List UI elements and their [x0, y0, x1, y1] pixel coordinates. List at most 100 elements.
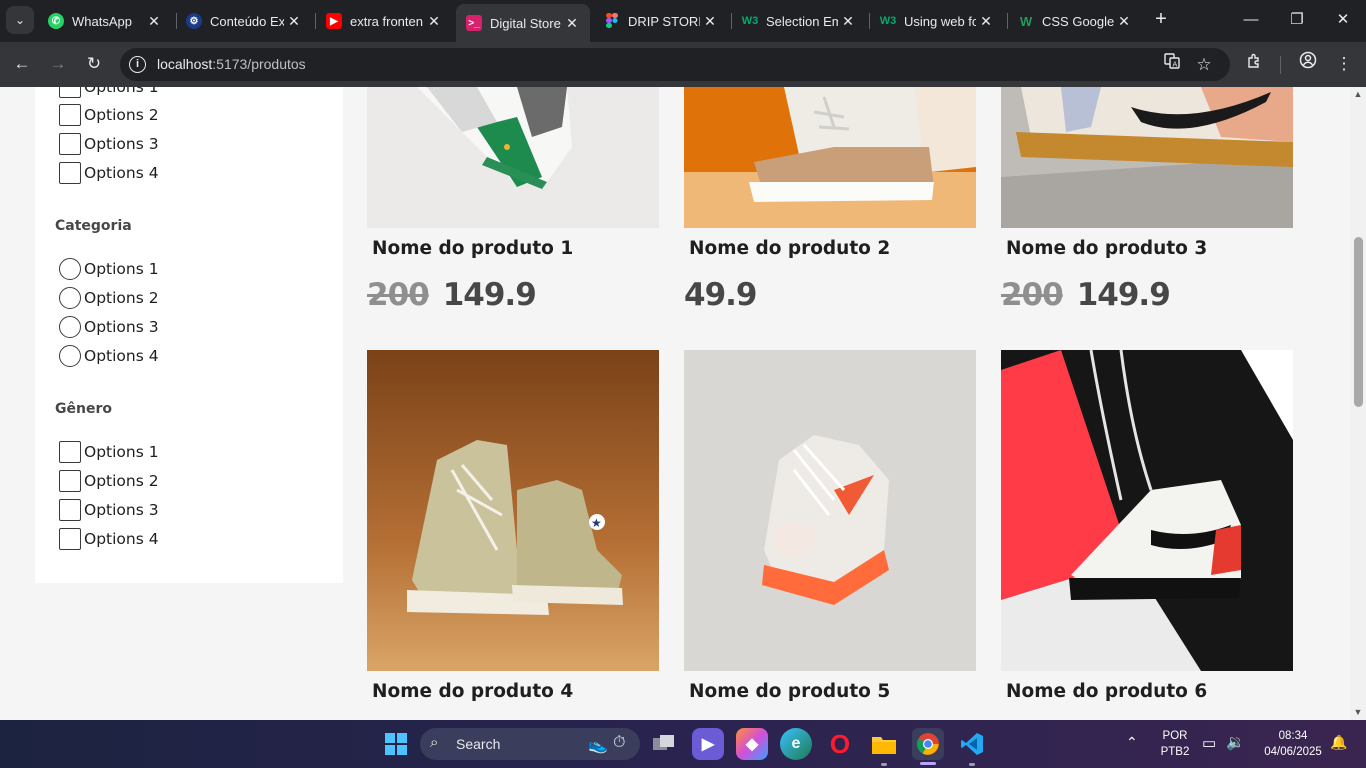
tray-chevron-up-icon[interactable]: ⌃	[1126, 734, 1138, 751]
clock-time[interactable]: 08:34	[1262, 730, 1324, 742]
volume-icon[interactable]: 🔉	[1226, 733, 1245, 751]
close-icon[interactable]: ✕	[424, 13, 444, 30]
close-icon[interactable]: ✕	[284, 13, 304, 30]
extensions-puzzle-icon[interactable]	[1240, 51, 1268, 79]
tab-conteudo[interactable]: ⚙ Conteúdo Ex ✕	[176, 6, 312, 36]
running-indicator	[969, 763, 975, 766]
w3schools-icon: W3	[741, 15, 759, 27]
checkbox[interactable]	[59, 528, 81, 550]
tab-css-google[interactable]: W CSS Google ✕	[1008, 6, 1142, 36]
product-image[interactable]: ★	[367, 350, 659, 671]
product-name[interactable]: Nome do produto 6	[1006, 681, 1207, 702]
checkbox[interactable]	[59, 441, 81, 463]
page-scrollbar[interactable]: ▲ ▼	[1350, 87, 1366, 720]
option-label: Options 3	[84, 135, 159, 153]
product-name[interactable]: Nome do produto 2	[689, 238, 890, 259]
option-label: Options 3	[84, 501, 159, 519]
vscode-icon[interactable]	[956, 728, 988, 760]
translate-icon[interactable]: A	[1160, 53, 1184, 77]
checkbox[interactable]	[59, 133, 81, 155]
category-option[interactable]: Options 2	[59, 286, 159, 310]
page-viewport: Options 1 Options 2 Options 3 Options 4 …	[0, 87, 1350, 720]
taskbar-search[interactable]: ⌕ Search 👟 ⏱	[420, 728, 640, 760]
running-indicator	[881, 763, 887, 766]
gender-option[interactable]: Options 2	[59, 469, 159, 493]
back-arrow-icon[interactable]: ←	[8, 51, 36, 79]
close-icon[interactable]: ✕	[838, 13, 858, 30]
tab-whatsapp[interactable]: ✆ WhatsApp ✕	[38, 6, 172, 36]
restore-icon[interactable]: ❐	[1274, 8, 1320, 34]
checkbox[interactable]	[59, 499, 81, 521]
new-tab-plus-icon[interactable]: +	[1150, 8, 1172, 32]
kebab-menu-icon[interactable]: ⋮	[1330, 51, 1358, 79]
product-name[interactable]: Nome do produto 3	[1006, 238, 1207, 259]
gender-option[interactable]: Options 3	[59, 498, 159, 522]
address-bar[interactable]: i localhost:5173/produtos A ☆	[120, 48, 1230, 81]
checkbox[interactable]	[59, 470, 81, 492]
filter-option[interactable]: Options 1	[59, 87, 159, 99]
tab-extra-frontend[interactable]: ▶ extra fronten ✕	[316, 6, 452, 36]
windows-start-icon[interactable]	[380, 728, 412, 760]
close-icon[interactable]: ✕	[700, 13, 720, 30]
notification-bell-icon[interactable]: 🔔	[1330, 734, 1347, 751]
checkbox[interactable]	[59, 87, 81, 98]
category-option[interactable]: Options 4	[59, 344, 159, 368]
category-option[interactable]: Options 3	[59, 315, 159, 339]
edge-icon[interactable]: e	[780, 728, 812, 760]
radio-button[interactable]	[59, 345, 81, 367]
minimize-icon[interactable]: —	[1228, 8, 1274, 34]
tab-selection[interactable]: W3 Selection Em ✕	[732, 6, 866, 36]
product-name[interactable]: Nome do produto 4	[372, 681, 573, 702]
filter-option[interactable]: Options 2	[59, 103, 159, 127]
clock-date[interactable]: 04/06/2025	[1256, 746, 1330, 758]
close-window-icon[interactable]: ✕	[1320, 8, 1366, 34]
tab-digital-store[interactable]: >_ Digital Store ✕	[456, 4, 590, 42]
tab-using-web-fonts[interactable]: W3 Using web fo ✕	[870, 6, 1004, 36]
scroll-down-arrow-icon[interactable]: ▼	[1353, 707, 1363, 717]
svg-text:★: ★	[591, 516, 602, 530]
radio-button[interactable]	[59, 258, 81, 280]
checkbox[interactable]	[59, 104, 81, 126]
close-icon[interactable]: ✕	[562, 15, 582, 32]
file-explorer-icon[interactable]	[868, 728, 900, 760]
product-name[interactable]: Nome do produto 5	[689, 681, 890, 702]
meet-icon[interactable]: ▶	[692, 728, 724, 760]
gender-option[interactable]: Options 1	[59, 440, 159, 464]
close-icon[interactable]: ✕	[1114, 13, 1134, 30]
scroll-up-arrow-icon[interactable]: ▲	[1353, 89, 1363, 99]
tab-search-chevron-icon[interactable]: ⌄	[6, 6, 34, 34]
profile-icon[interactable]	[1294, 51, 1322, 79]
reload-icon[interactable]: ↻	[80, 51, 108, 79]
product-price: 200 149.9	[367, 277, 537, 313]
network-icon[interactable]: ▭	[1202, 734, 1216, 752]
product-image[interactable]	[684, 87, 976, 228]
task-view-icon[interactable]	[648, 728, 680, 760]
checkbox[interactable]	[59, 162, 81, 184]
close-icon[interactable]: ✕	[144, 13, 164, 30]
url-text[interactable]: localhost:5173/produtos	[157, 56, 306, 72]
copilot-icon[interactable]: ◆	[736, 728, 768, 760]
close-icon[interactable]: ✕	[976, 13, 996, 30]
opera-icon[interactable]: O	[824, 728, 856, 760]
keyboard-layout[interactable]: PTB2	[1160, 746, 1190, 758]
forward-arrow-icon[interactable]: →	[44, 51, 72, 79]
filter-option[interactable]: Options 3	[59, 132, 159, 156]
product-image[interactable]	[367, 87, 659, 228]
filter-option[interactable]: Options 4	[59, 161, 159, 185]
radio-button[interactable]	[59, 287, 81, 309]
product-image[interactable]	[1001, 350, 1293, 671]
category-option[interactable]: Options 1	[59, 257, 159, 281]
product-name[interactable]: Nome do produto 1	[372, 238, 573, 259]
radio-button[interactable]	[59, 316, 81, 338]
gear-icon: ⚙	[186, 13, 202, 29]
language-indicator[interactable]: POR	[1160, 730, 1190, 742]
tab-drip-store[interactable]: DRIP STORE ✕	[594, 6, 728, 36]
w3schools-icon: W3	[879, 15, 897, 27]
site-info-icon[interactable]: i	[129, 56, 146, 73]
bookmark-star-icon[interactable]: ☆	[1192, 53, 1216, 77]
product-image[interactable]	[1001, 87, 1293, 228]
scrollbar-thumb[interactable]	[1354, 237, 1363, 407]
product-image[interactable]	[684, 350, 976, 671]
chrome-icon[interactable]	[912, 728, 944, 760]
gender-option[interactable]: Options 4	[59, 527, 159, 551]
